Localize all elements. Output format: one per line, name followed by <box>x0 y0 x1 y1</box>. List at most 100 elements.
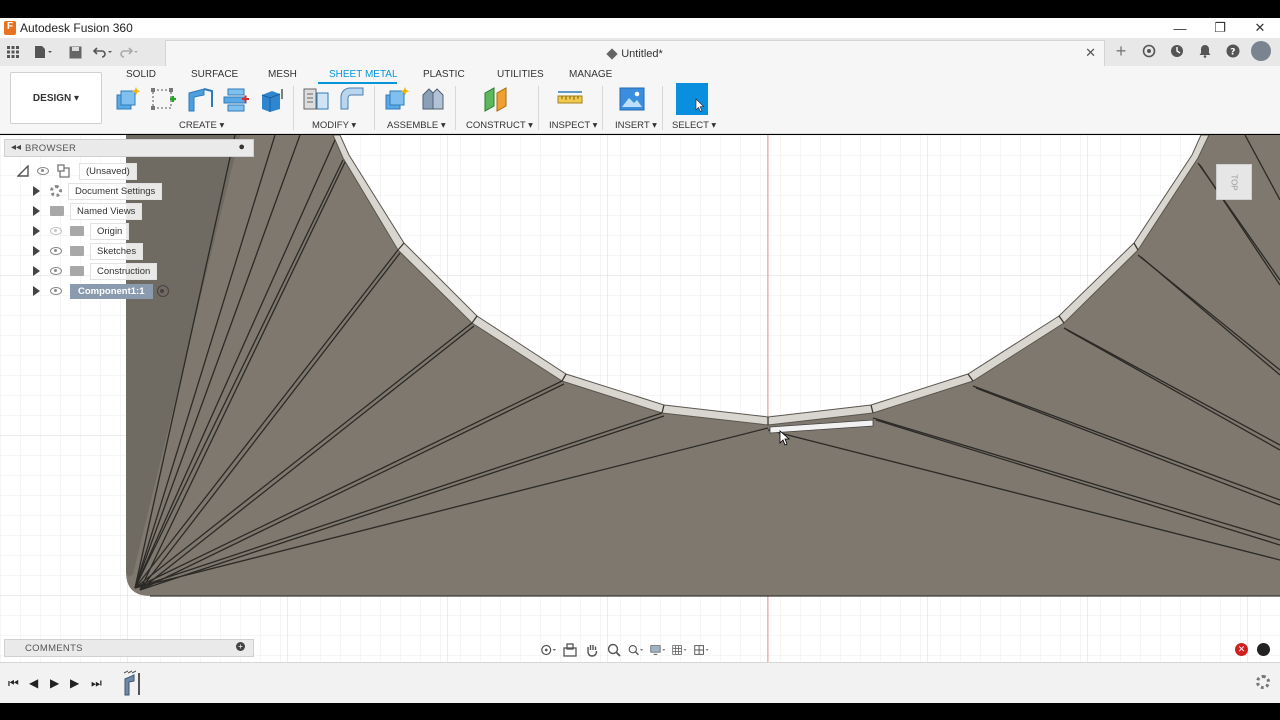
visibility-eye-icon[interactable] <box>50 227 62 235</box>
tab-mesh[interactable]: MESH <box>268 69 297 80</box>
visibility-eye-icon[interactable] <box>37 167 49 175</box>
navigation-toolbar <box>540 641 740 659</box>
minimize-button[interactable]: — <box>1160 18 1200 38</box>
insert-image-icon[interactable] <box>618 85 646 113</box>
tab-utilities[interactable]: UTILITIES <box>497 69 544 80</box>
tab-solid[interactable]: SOLID <box>126 69 156 80</box>
create-group-label[interactable]: CREATE ▾ <box>179 120 224 131</box>
pan-hand-icon[interactable] <box>584 643 600 657</box>
data-panel-grid-icon[interactable] <box>2 41 24 63</box>
unfold-icon[interactable] <box>302 85 330 113</box>
file-menu-icon[interactable] <box>32 41 54 63</box>
timeline-last-icon[interactable]: ⏭ <box>91 676 102 691</box>
tree-expand-root-icon[interactable] <box>17 165 29 177</box>
tab-plastic[interactable]: PLASTIC <box>423 69 465 80</box>
inspect-group-label[interactable]: INSPECT ▾ <box>549 120 597 131</box>
help-icon[interactable]: ? <box>1222 40 1244 62</box>
activate-component-radio-icon[interactable] <box>156 285 169 297</box>
assemble-group-label[interactable]: ASSEMBLE ▾ <box>387 120 446 131</box>
visibility-eye-icon[interactable] <box>50 247 62 255</box>
redo-icon[interactable] <box>118 41 140 63</box>
tree-item-sketches[interactable]: Sketches <box>33 242 144 260</box>
ribbon-toolbar: DESIGN ▾ SOLID SURFACE MESH SHEET METAL … <box>0 66 1280 134</box>
component-label: Component1:1 <box>70 283 153 299</box>
timeline-previous-icon[interactable]: ◀ <box>29 676 38 690</box>
bend-icon[interactable] <box>338 85 366 113</box>
tab-surface[interactable]: SURFACE <box>191 69 238 80</box>
undo-icon[interactable] <box>92 41 114 63</box>
viewports-icon[interactable] <box>694 643 710 657</box>
folder-icon <box>70 246 84 256</box>
job-status-icon[interactable] <box>1166 40 1188 62</box>
tree-item-construction[interactable]: Construction <box>33 262 158 280</box>
measure-icon[interactable] <box>556 85 584 113</box>
tab-manage[interactable]: MANAGE <box>569 69 612 80</box>
extrude-icon[interactable] <box>258 85 286 113</box>
error-status-icon[interactable]: ✕ <box>1235 643 1248 656</box>
zoom-icon[interactable] <box>606 643 622 657</box>
construct-group-label[interactable]: CONSTRUCT ▾ <box>466 120 533 131</box>
view-cube[interactable]: TOP <box>1216 164 1252 200</box>
joint-icon[interactable] <box>419 85 447 113</box>
tree-expander-icon[interactable] <box>33 286 40 296</box>
timeline-next-icon[interactable]: ▶ <box>70 676 79 690</box>
text-commands-icon[interactable] <box>1257 643 1270 656</box>
assemble-new-component-icon[interactable] <box>383 85 411 113</box>
flange-icon[interactable] <box>186 85 214 113</box>
timeline-settings-gear-icon[interactable] <box>1256 675 1270 689</box>
view-cube-face-label: TOP <box>1229 173 1239 191</box>
user-avatar[interactable] <box>1250 40 1272 62</box>
visibility-eye-icon[interactable] <box>50 287 62 295</box>
document-cube-icon <box>606 47 618 60</box>
timeline-play-icon[interactable]: ▶ <box>50 676 59 690</box>
workspace-switcher-button[interactable]: DESIGN ▾ <box>10 72 102 124</box>
zoom-window-icon[interactable] <box>628 643 644 657</box>
save-icon[interactable] <box>64 41 86 63</box>
panel-minimize-icon[interactable]: ● <box>238 141 245 153</box>
offset-plane-icon[interactable] <box>482 85 510 113</box>
display-settings-icon[interactable] <box>650 643 666 657</box>
tree-expander-icon[interactable] <box>33 186 40 196</box>
tree-item-document-settings[interactable]: Document Settings <box>33 182 163 200</box>
window-controls: — ❐ ✕ <box>1160 18 1280 38</box>
document-tab[interactable]: Untitled* ✕ <box>165 40 1105 66</box>
modify-group-label[interactable]: MODIFY ▾ <box>312 120 356 131</box>
model-canvas[interactable] <box>0 135 1280 662</box>
tree-item-origin[interactable]: Origin <box>33 222 130 240</box>
tree-expander-icon[interactable] <box>33 246 40 256</box>
tree-expander-icon[interactable] <box>33 206 40 216</box>
select-cursor-icon[interactable] <box>676 83 708 115</box>
tree-expander-icon[interactable] <box>33 226 40 236</box>
collapse-panel-icon[interactable]: ◂◂ <box>11 142 21 153</box>
tree-item-component[interactable]: Component1:1 <box>33 282 169 300</box>
canvas-viewport[interactable] <box>0 135 1280 662</box>
maximize-button[interactable]: ❐ <box>1200 18 1240 38</box>
new-tab-plus-icon[interactable]: + <box>1110 40 1132 62</box>
comments-panel-header: COMMENTS + <box>4 639 254 657</box>
tree-expander-icon[interactable] <box>33 266 40 276</box>
new-component-icon[interactable] <box>114 85 142 113</box>
create-sketch-icon[interactable] <box>150 85 178 113</box>
visibility-eye-icon[interactable] <box>50 267 62 275</box>
browser-title: BROWSER <box>25 142 77 154</box>
close-tab-icon[interactable]: ✕ <box>1085 45 1096 61</box>
add-comment-icon[interactable]: + <box>236 642 245 651</box>
insert-group-label[interactable]: INSERT ▾ <box>615 120 657 131</box>
extensions-icon[interactable] <box>1138 40 1160 62</box>
grid-settings-icon[interactable] <box>672 643 688 657</box>
orbit-icon[interactable] <box>540 643 556 657</box>
convert-to-sheet-metal-icon[interactable] <box>222 85 250 113</box>
look-at-icon[interactable] <box>562 643 578 657</box>
timeline-feature-flange-icon[interactable] <box>122 669 144 697</box>
notifications-bell-icon[interactable] <box>1194 40 1216 62</box>
timeline-first-icon[interactable]: ⏮ <box>8 676 19 691</box>
tree-item-named-views[interactable]: Named Views <box>33 202 143 220</box>
timeline-bar: ⏮ ◀ ▶ ▶ ⏭ <box>0 662 1280 703</box>
close-window-button[interactable]: ✕ <box>1240 18 1280 38</box>
toolbar-separator <box>662 86 663 130</box>
select-group-label[interactable]: SELECT ▾ <box>672 120 716 131</box>
tab-sheet-metal[interactable]: SHEET METAL <box>329 69 398 80</box>
tree-item-label: Named Views <box>70 202 143 220</box>
tree-root-unsaved[interactable]: (Unsaved) <box>17 162 137 180</box>
tree-root-label: (Unsaved) <box>79 162 137 180</box>
